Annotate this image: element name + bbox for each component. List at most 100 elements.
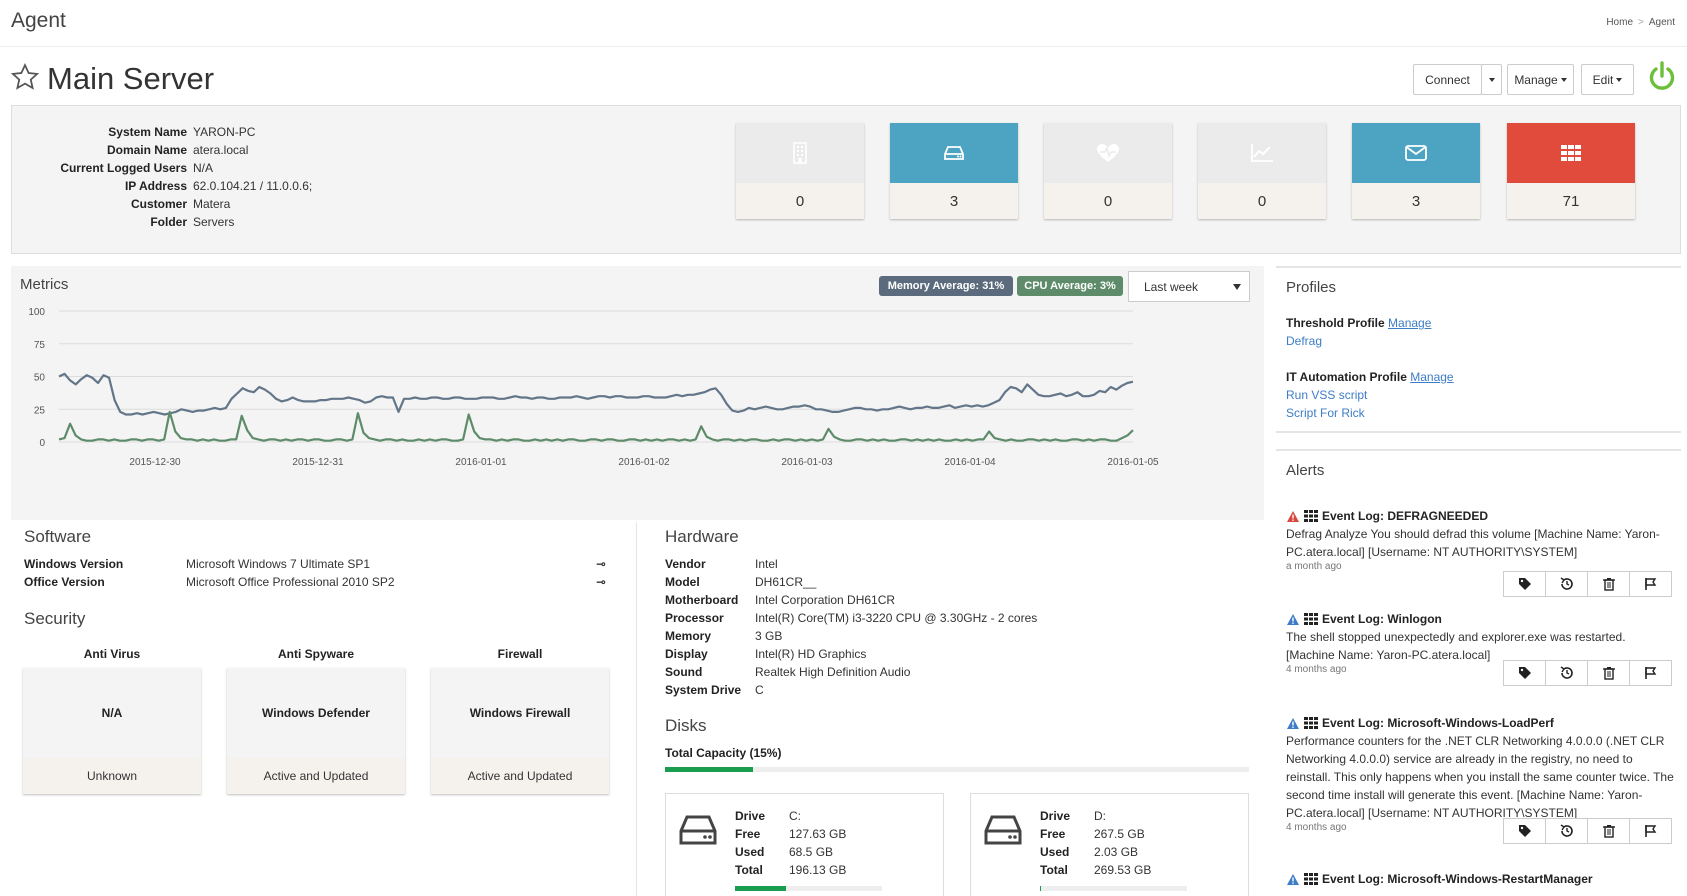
info-value: N/A xyxy=(193,161,214,175)
power-icon[interactable] xyxy=(1647,61,1677,93)
software-title: Software xyxy=(24,527,92,546)
page-title: Main Server xyxy=(47,61,215,96)
manage-label: Manage xyxy=(1514,72,1558,87)
tag-button[interactable] xyxy=(1503,818,1546,844)
total-capacity-label: Total Capacity (15%) xyxy=(665,746,782,760)
automation-item-vss[interactable]: Run VSS script xyxy=(1286,388,1367,402)
history-button[interactable] xyxy=(1545,660,1588,686)
disk-key: Total xyxy=(1040,863,1068,877)
edit-label: Edit xyxy=(1592,72,1614,87)
grid-icon xyxy=(1304,717,1318,729)
total-capacity-bar xyxy=(665,767,1249,772)
info-value: Servers xyxy=(193,215,235,229)
column-divider xyxy=(636,522,637,896)
x-tick-label: 2016-01-03 xyxy=(781,457,833,468)
alert-item: Event Log: Microsoft-Windows-LoadPerf Per… xyxy=(1286,714,1676,844)
key-icon[interactable]: ⊸ xyxy=(596,575,606,589)
page-header: Main Server Connect Manage Edit xyxy=(0,56,1687,100)
tile-performance[interactable]: 0 xyxy=(1198,123,1326,219)
tile-disks[interactable]: 3 xyxy=(890,123,1018,219)
hard-drive-icon xyxy=(984,815,1022,845)
alert-message: The shell stopped unexpectedly and explo… xyxy=(1286,630,1626,662)
tile-health[interactable]: 0 xyxy=(1044,123,1172,219)
connect-label: Connect xyxy=(1425,72,1470,87)
line-chart-icon xyxy=(1251,144,1273,162)
threshold-profile-row: Threshold Profile Manage xyxy=(1286,316,1431,330)
alert-header: Event Log: Winlogon xyxy=(1286,610,1676,628)
disks-title: Disks xyxy=(665,716,707,735)
antispyware-value: Windows Defender xyxy=(262,706,370,720)
tile-icon-area xyxy=(1352,123,1480,183)
app-title: Agent xyxy=(11,9,66,32)
tile-messages[interactable]: 3 xyxy=(1352,123,1480,219)
info-row-logged-users: Current Logged Users N/A xyxy=(0,161,400,179)
hardware-value: Intel xyxy=(755,557,778,571)
tile-icon-area xyxy=(1044,123,1172,183)
tag-button[interactable] xyxy=(1503,571,1546,597)
threshold-profile-defrag[interactable]: Defrag xyxy=(1286,334,1322,348)
disk-value: D: xyxy=(1094,809,1106,823)
disk-key: Drive xyxy=(735,809,766,823)
breadcrumb: Home > Agent xyxy=(1606,17,1675,28)
profiles-panel: Profiles Threshold Profile Manage Defrag… xyxy=(1276,266,1681,433)
trash-button[interactable] xyxy=(1587,818,1630,844)
history-icon xyxy=(1560,577,1573,590)
flag-icon xyxy=(1644,578,1656,590)
disk-card-c: Drive C: Free 127.63 GB Used 68.5 GB Total 1… xyxy=(665,793,944,896)
firewall-card: Windows Firewall Active and Updated xyxy=(431,668,609,794)
flag-button[interactable] xyxy=(1629,818,1672,844)
trash-button[interactable] xyxy=(1587,571,1630,597)
trash-icon xyxy=(1602,825,1615,838)
heartbeat-icon xyxy=(1097,144,1119,162)
tile-count: 3 xyxy=(1352,183,1480,219)
trash-button[interactable] xyxy=(1587,660,1630,686)
edit-button[interactable]: Edit xyxy=(1581,64,1634,95)
grid-icon xyxy=(1304,873,1318,885)
threshold-manage-link[interactable]: Manage xyxy=(1388,316,1431,330)
y-tick-label: 25 xyxy=(34,405,46,416)
hardware-key: Memory xyxy=(665,629,712,643)
disk-key: Free xyxy=(735,827,761,841)
history-button[interactable] xyxy=(1545,571,1588,597)
disk-key: Used xyxy=(735,845,765,859)
breadcrumb-separator: > xyxy=(1638,17,1644,28)
tile-tickets[interactable]: 0 xyxy=(736,123,864,219)
tag-icon xyxy=(1518,667,1531,679)
warning-icon xyxy=(1287,613,1299,625)
automation-item-rick[interactable]: Script For Rick xyxy=(1286,406,1365,420)
star-icon[interactable] xyxy=(10,62,40,92)
customer-link[interactable]: Matera xyxy=(193,197,230,211)
info-row-ip-address: IP Address 62.0.104.21 / 11.0.0.6; xyxy=(0,179,400,197)
hardware-value: Intel(R) HD Graphics xyxy=(755,647,867,661)
y-tick-label: 0 xyxy=(39,438,45,449)
automation-manage-link[interactable]: Manage xyxy=(1410,370,1453,384)
automation-profile-label: IT Automation Profile xyxy=(1286,370,1407,384)
flag-button[interactable] xyxy=(1629,571,1672,597)
warning-icon xyxy=(1287,717,1299,729)
key-icon[interactable]: ⊸ xyxy=(596,557,606,571)
tile-count: 0 xyxy=(1198,183,1326,219)
tile-count: 3 xyxy=(890,183,1018,219)
trash-icon xyxy=(1602,667,1615,680)
software-key: Office Version xyxy=(24,575,105,589)
flag-button[interactable] xyxy=(1629,660,1672,686)
manage-button[interactable]: Manage xyxy=(1507,64,1574,95)
info-row-system-name: System Name YARON-PC xyxy=(0,125,400,143)
hardware-key: Processor xyxy=(665,611,724,625)
tile-alerts[interactable]: 71 xyxy=(1507,123,1635,219)
hardware-value: DH61CR__ xyxy=(755,575,817,589)
tag-button[interactable] xyxy=(1503,660,1546,686)
metrics-chart: 100 75 50 25 0 2015-12-30 2015-12-31 2016-01-01… xyxy=(28,307,1159,468)
hardware-value: 3 GB xyxy=(755,629,783,643)
history-button[interactable] xyxy=(1545,818,1588,844)
history-icon xyxy=(1560,666,1573,679)
hardware-key: Motherboard xyxy=(665,593,739,607)
breadcrumb-home[interactable]: Home xyxy=(1606,17,1633,28)
y-tick-label: 100 xyxy=(28,307,45,318)
connect-button[interactable]: Connect xyxy=(1413,64,1482,95)
disk-usage-fill xyxy=(1040,886,1042,891)
firewall-status: Active and Updated xyxy=(431,758,609,794)
envelope-icon xyxy=(1405,145,1427,161)
connect-dropdown-button[interactable] xyxy=(1481,64,1502,95)
warning-icon xyxy=(1287,873,1299,885)
